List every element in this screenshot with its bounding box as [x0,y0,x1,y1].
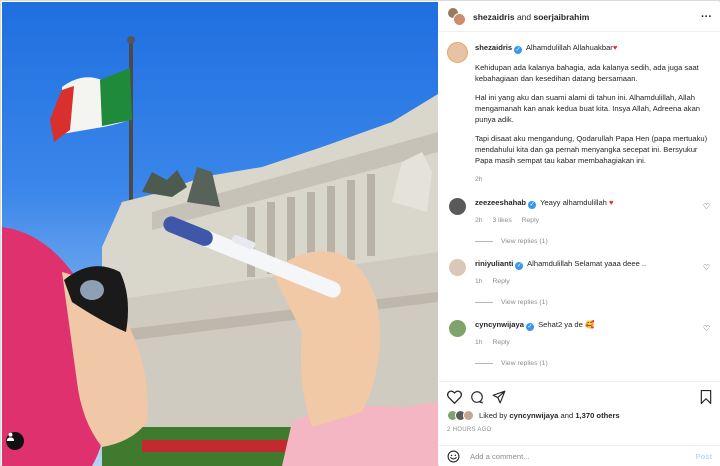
author-link[interactable]: shezaidris [473,12,515,22]
heart-icon[interactable] [447,390,462,404]
post-photo[interactable] [2,2,438,466]
comment-likes-link[interactable]: 3 likes [492,217,511,224]
comments-scroll[interactable]: shezaidris ✓ Alhamdulillah Allahuakbar♥ K… [439,33,720,381]
caption-avatar[interactable] [447,42,468,63]
view-replies-label: View replies (1) [501,238,548,245]
view-replies-button[interactable]: View replies (1) [475,360,712,367]
liked-avatars[interactable] [447,410,475,421]
likes-summary: Liked by cyncynwijaya and 1,370 others [447,410,712,421]
view-replies-button[interactable]: View replies (1) [475,238,712,245]
verified-icon: ✓ [515,262,524,270]
photo-illustration [2,36,438,466]
add-comment-bar: Post [439,445,720,466]
comment-item: cyncynwijaya ✓ Sehat2 ya de 🥰 1h Reply ♡ [447,320,712,348]
caption-first-line: Alhamdulillah Allahuakbar [525,43,613,52]
liked-prefix: Liked by [479,411,508,420]
more-options-icon[interactable]: ··· [701,11,712,22]
liked-and: and [560,411,574,420]
liked-count-link[interactable]: 1,370 others [575,411,619,420]
liked-user-link[interactable]: cyncynwijaya [509,411,558,420]
posted-time: 2 HOURS AGO [447,427,492,433]
comment-username[interactable]: riniyulianti [475,259,513,268]
comment-text: Sehat2 ya de [538,320,583,329]
user-tag-icon [6,432,15,441]
comment-avatar[interactable] [449,320,466,337]
user-tag-button[interactable] [6,432,24,450]
post-sidebar: shezaidris and soerjaibrahim ··· shezaid… [439,2,720,466]
caption: shezaidris ✓ Alhamdulillah Allahuakbar♥ K… [447,42,712,185]
comment-like-heart-icon[interactable]: ♡ [703,263,710,272]
reply-button[interactable]: Reply [492,278,509,285]
collab-author-link[interactable]: soerjaibrahim [534,12,590,22]
post-comment-button[interactable]: Post [696,452,712,461]
comment-input[interactable] [470,451,696,461]
comment-item: zeezeeshahab ✓ Yeayy alhamdulillah ♥ 2h 3… [447,198,712,226]
comment-username[interactable]: cyncynwijaya [475,320,524,329]
caption-paragraph: Tapi disaat aku mengandung, Qodarullah P… [475,134,708,165]
bookmark-icon[interactable] [700,390,712,404]
comment-text: Yeayy alhamdulillah [540,198,607,207]
comment-item: riniyulianti ✓ Alhamdulillah Selamat yaaa… [447,259,712,287]
post-actions: Liked by cyncynwijaya and 1,370 others 2… [439,381,720,433]
heart-emoji: ♥ [612,43,618,52]
comment-like-heart-icon[interactable]: ♡ [703,324,710,333]
smile-icon[interactable] [447,450,460,463]
post-modal: shezaidris and soerjaibrahim ··· shezaid… [0,0,720,466]
reply-button[interactable]: Reply [522,217,539,224]
verified-icon: ✓ [528,201,537,209]
caption-paragraph: Kehidupan ada kalanya bahagia, ada kalan… [475,63,699,83]
view-replies-label: View replies (1) [501,299,548,306]
reply-button[interactable]: Reply [492,339,509,346]
verified-icon: ✓ [514,46,523,54]
comment-icon[interactable] [470,390,484,404]
verified-icon: ✓ [525,323,534,331]
comment-text: Alhamdulillah Selamat yaaa deee .. [527,259,647,268]
share-icon[interactable] [492,390,506,404]
view-replies-label: View replies (1) [501,360,548,367]
author-joiner: and [516,11,532,22]
comment-emoji: ♥ [609,198,614,207]
comment-username[interactable]: zeezeeshahab [475,198,526,207]
comment-time: 1h [475,339,483,346]
comment-like-heart-icon[interactable]: ♡ [703,202,710,211]
comment-time: 1h [475,278,483,285]
comment-time: 2h [475,217,483,224]
comment-avatar[interactable] [449,259,466,276]
caption-paragraph: Hal ini yang aku dan suami alami di tahu… [475,93,701,124]
caption-username[interactable]: shezaidris [475,43,512,52]
post-header: shezaidris and soerjaibrahim ··· [439,2,720,32]
collab-avatars[interactable] [447,6,467,27]
view-replies-button[interactable]: View replies (1) [475,299,712,306]
comment-avatar[interactable] [449,198,466,215]
comment-emoji: 🥰 [584,320,595,329]
post-authors: shezaidris and soerjaibrahim [473,12,701,22]
caption-time: 2h [475,176,483,183]
